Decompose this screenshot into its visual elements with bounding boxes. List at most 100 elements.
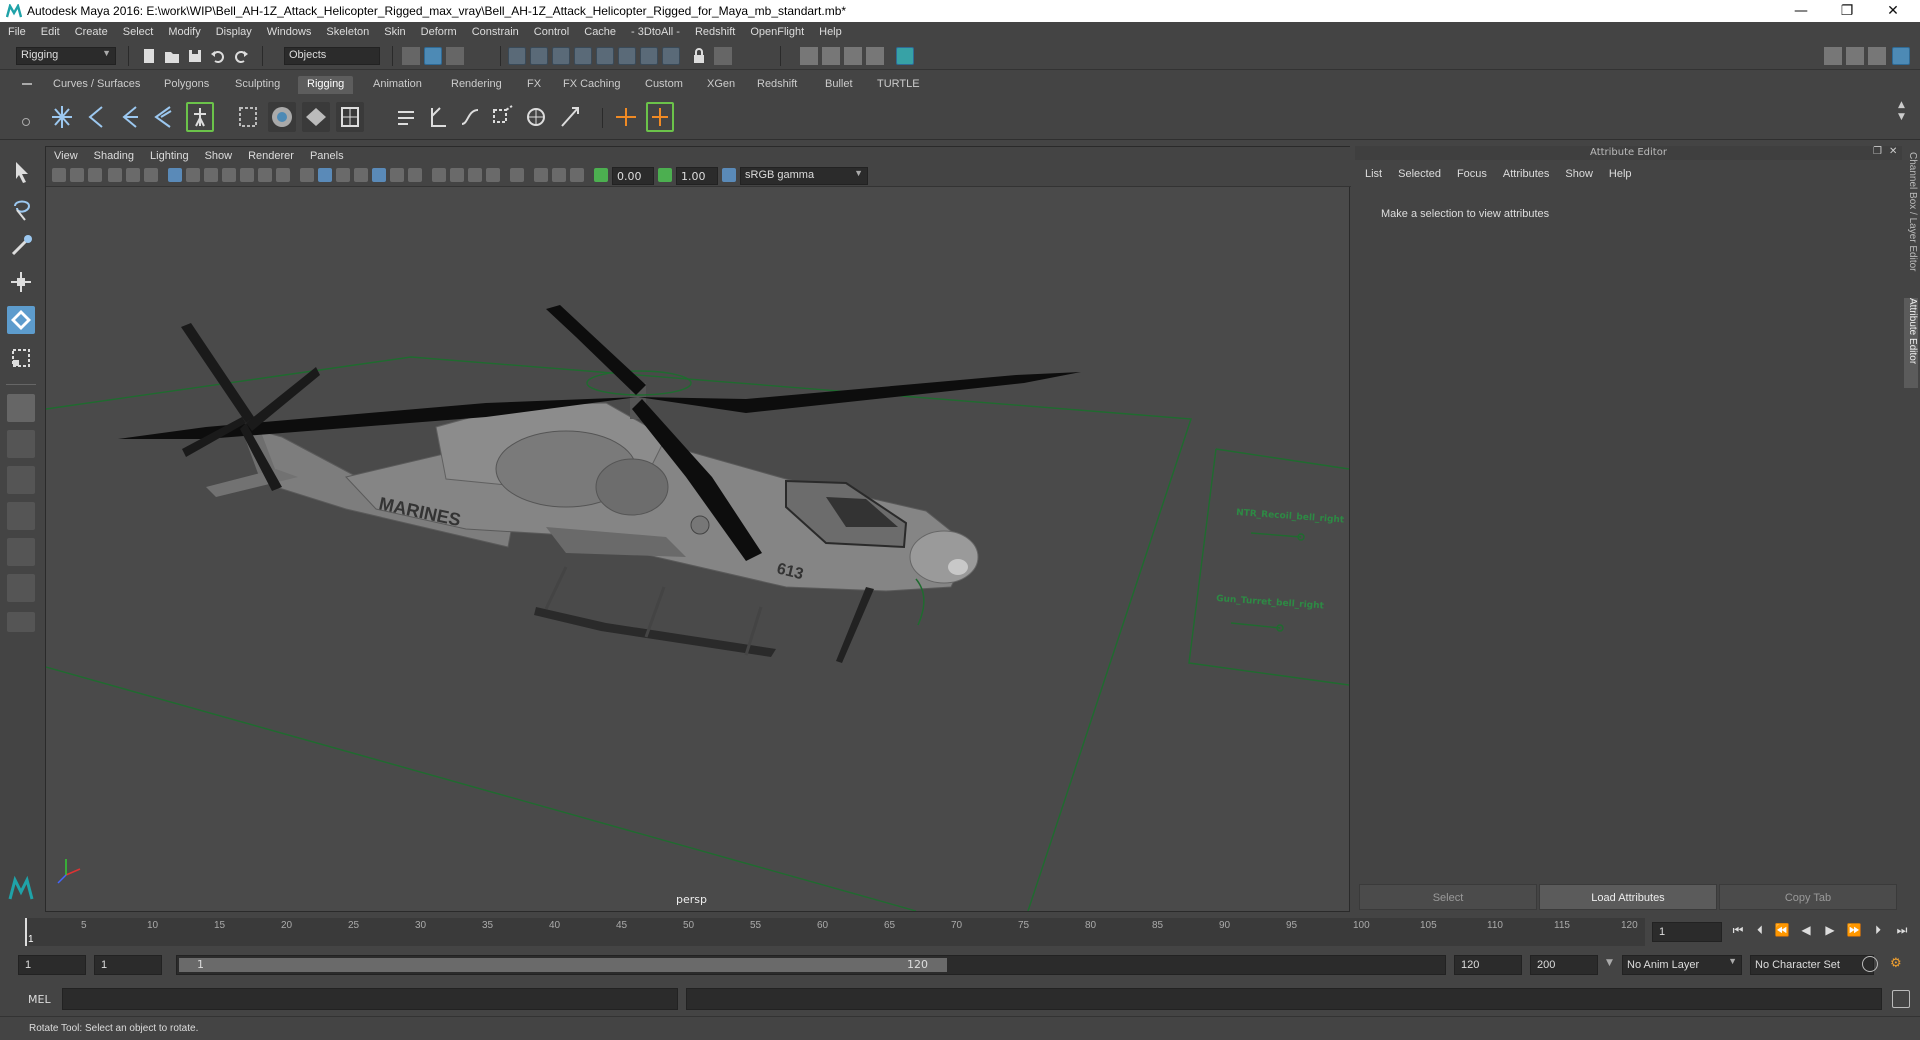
tab-turtle[interactable]: TURTLE <box>868 76 929 94</box>
select-mode-dropdown[interactable]: Objects <box>284 47 380 65</box>
quick-rig-icon[interactable] <box>186 102 214 132</box>
ik-spline-icon[interactable] <box>116 102 144 132</box>
tab-animation[interactable]: Animation <box>364 76 431 94</box>
panel-menu-show[interactable]: Show <box>205 150 233 162</box>
wireframe-icon[interactable] <box>300 168 314 182</box>
anti-aliasing-icon[interactable] <box>468 168 482 182</box>
animation-preferences-icon[interactable]: ⚙ <box>1890 956 1906 972</box>
restore-button[interactable]: ❐ <box>1824 0 1870 22</box>
minimize-button[interactable]: — <box>1778 0 1824 22</box>
hypershade-layout-icon[interactable] <box>7 574 35 602</box>
tab-rigging[interactable]: Rigging <box>298 76 354 94</box>
gamma-field[interactable]: 1.00 <box>676 167 718 185</box>
panel-menu-panels[interactable]: Panels <box>310 150 344 162</box>
persp-outliner-layout-icon[interactable] <box>7 466 35 494</box>
character-set-dropdown[interactable]: No Character Set <box>1750 955 1874 975</box>
save-scene-icon[interactable] <box>186 47 204 65</box>
grid-icon[interactable] <box>168 168 182 182</box>
snap-view-plane-icon[interactable] <box>574 47 592 65</box>
maya-home-icon[interactable] <box>7 874 35 902</box>
aim-constraint-icon[interactable] <box>556 102 584 132</box>
menu-display[interactable]: Display <box>216 26 252 38</box>
create-control-icon[interactable] <box>646 102 674 132</box>
channel-box-toggle-icon[interactable] <box>1892 47 1910 65</box>
playback-end-field[interactable]: 120 <box>1454 955 1522 975</box>
snap-edge-icon[interactable] <box>640 47 658 65</box>
screen-space-ao-icon[interactable] <box>432 168 446 182</box>
animation-end-field[interactable]: 200 <box>1530 955 1598 975</box>
xray-active-components-icon[interactable] <box>552 168 566 182</box>
undo-icon[interactable] <box>209 47 227 65</box>
panel-menu-renderer[interactable]: Renderer <box>248 150 294 162</box>
joint-tool-icon[interactable] <box>48 102 76 132</box>
two-d-pan-icon[interactable] <box>126 168 140 182</box>
tab-xgen[interactable]: XGen <box>698 76 744 94</box>
menu-windows[interactable]: Windows <box>267 26 312 38</box>
range-slider-track[interactable]: 1 120 <box>176 955 1446 975</box>
tab-redshift[interactable]: Redshift <box>748 76 806 94</box>
menu-edit[interactable]: Edit <box>41 26 60 38</box>
panel-menu-lighting[interactable]: Lighting <box>150 150 189 162</box>
attribute-editor-toggle-icon[interactable] <box>1846 47 1864 65</box>
render-view-icon[interactable] <box>822 47 840 65</box>
ae-menu-show[interactable]: Show <box>1565 168 1593 180</box>
shelf-scroll-down-icon[interactable]: ▼ <box>1898 112 1905 122</box>
ae-menu-selected[interactable]: Selected <box>1398 168 1441 180</box>
chevron-down-icon[interactable]: ▼ <box>1606 958 1613 968</box>
isolate-select-icon[interactable] <box>510 168 524 182</box>
render-settings-icon[interactable] <box>844 47 862 65</box>
gamma-icon[interactable] <box>658 168 672 182</box>
menu-control[interactable]: Control <box>534 26 569 38</box>
step-back-frame-icon[interactable]: ⏴ <box>1752 922 1768 938</box>
gate-mask-icon[interactable] <box>222 168 236 182</box>
tab-fx-caching[interactable]: FX Caching <box>554 76 629 94</box>
move-tool-icon[interactable] <box>7 268 35 296</box>
ae-menu-help[interactable]: Help <box>1609 168 1632 180</box>
xray-icon[interactable] <box>534 168 548 182</box>
tab-rendering[interactable]: Rendering <box>442 76 511 94</box>
select-button[interactable]: Select <box>1359 884 1537 910</box>
image-plane-icon[interactable] <box>108 168 122 182</box>
menu-constrain[interactable]: Constrain <box>472 26 519 38</box>
persp-graph-layout-icon[interactable] <box>7 502 35 530</box>
animation-start-field[interactable]: 1 <box>18 955 86 975</box>
menu-file[interactable]: File <box>8 26 26 38</box>
snap-grid-icon[interactable] <box>508 47 526 65</box>
go-to-start-icon[interactable]: ⏮ <box>1730 922 1746 938</box>
outliner-persp-layout-icon[interactable] <box>7 538 35 566</box>
shadows-icon[interactable] <box>408 168 422 182</box>
scale-tool-icon[interactable] <box>7 344 35 372</box>
tab-channel-box[interactable]: Channel Box / Layer Editor <box>1904 152 1918 292</box>
select-tool-icon[interactable] <box>7 158 35 186</box>
shelf-settings-icon[interactable] <box>22 118 30 126</box>
tab-custom[interactable]: Custom <box>636 76 692 94</box>
wireframe-on-shaded-icon[interactable] <box>354 168 368 182</box>
time-slider-track[interactable]: 1 5 10 15 20 25 30 35 40 45 50 55 60 65 … <box>25 918 1645 946</box>
parent-constraint-icon[interactable] <box>424 102 452 132</box>
camera-icon[interactable] <box>52 168 66 182</box>
shelf-menu-icon[interactable] <box>22 83 32 85</box>
mel-input[interactable] <box>62 988 678 1010</box>
xray-joints-icon[interactable] <box>570 168 584 182</box>
paint-select-icon[interactable] <box>7 232 35 260</box>
menuset-dropdown[interactable]: Rigging ▼ <box>16 47 116 65</box>
color-management-icon[interactable] <box>722 168 736 182</box>
safe-title-icon[interactable] <box>276 168 290 182</box>
float-panel-icon[interactable]: ❐ <box>1873 146 1882 157</box>
go-to-end-icon[interactable]: ⏭ <box>1894 922 1910 938</box>
select-by-component-icon[interactable] <box>446 47 464 65</box>
panel-menu-shading[interactable]: Shading <box>94 150 134 162</box>
tab-polygons[interactable]: Polygons <box>155 76 218 94</box>
step-forward-key-icon[interactable]: ⏩ <box>1846 922 1862 938</box>
3d-scene[interactable]: NTR_Recoil_bell_right Gun_Turret_bell_ri… <box>46 187 1349 911</box>
current-time-marker[interactable] <box>25 918 27 946</box>
locator-icon[interactable] <box>612 102 640 132</box>
panel-menu-view[interactable]: View <box>54 150 78 162</box>
tab-bullet[interactable]: Bullet <box>816 76 862 94</box>
cluster-icon[interactable] <box>392 102 420 132</box>
menu-skeleton[interactable]: Skeleton <box>326 26 369 38</box>
layout-options-icon[interactable] <box>7 612 35 632</box>
ipr-render-icon[interactable] <box>896 47 914 65</box>
insert-joint-icon[interactable] <box>150 102 178 132</box>
film-gate-icon[interactable] <box>186 168 200 182</box>
